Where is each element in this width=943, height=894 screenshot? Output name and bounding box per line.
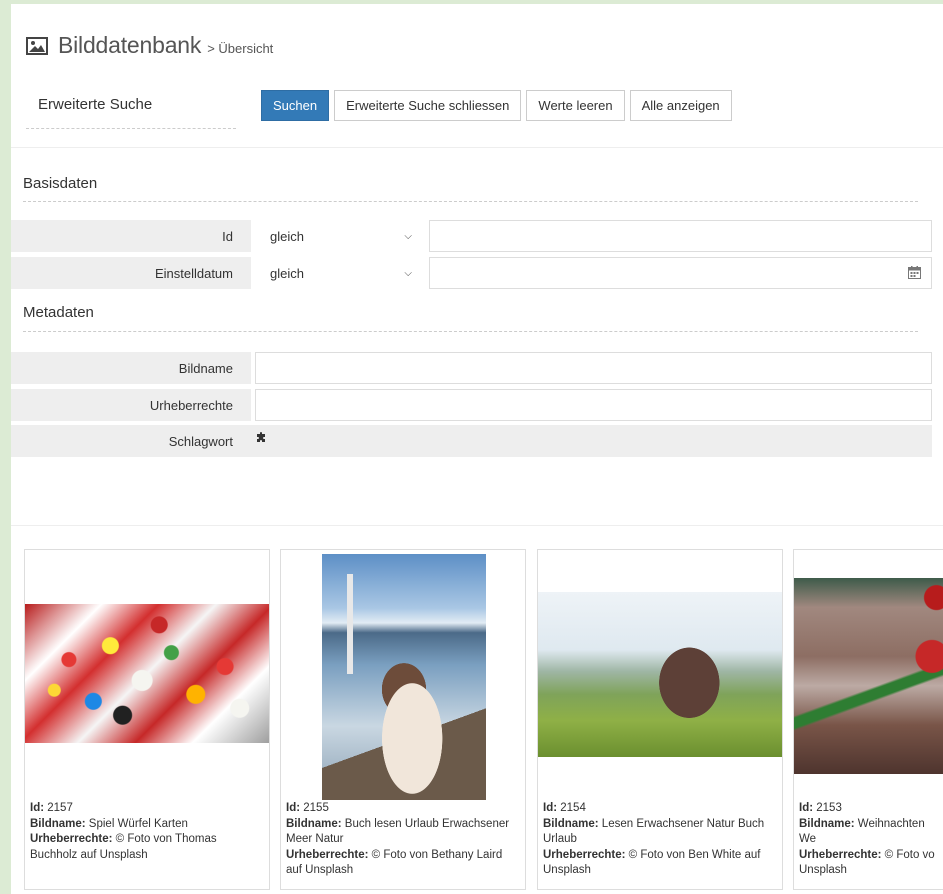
divider	[11, 525, 943, 526]
id-operator-value: gleich	[270, 228, 304, 244]
breadcrumb: > Übersicht	[207, 41, 274, 56]
urheberrechte-label: Urheberrechte:	[30, 833, 113, 845]
bildname-input[interactable]	[255, 352, 932, 384]
pole-shape	[347, 574, 353, 674]
urheberrechte-label: Urheberrechte:	[286, 848, 369, 861]
urheberrechte-input[interactable]	[255, 389, 932, 421]
result-card[interactable]: Id: 2155 Bildname: Buch lesen Urlaub Erw…	[280, 549, 526, 890]
image-icon	[26, 36, 48, 55]
result-image[interactable]	[322, 554, 486, 800]
chevron-down-icon: ⌵	[404, 230, 412, 242]
page-header: Bilddatenbank > Übersicht	[26, 32, 273, 59]
einstelldatum-operator-value: gleich	[270, 265, 304, 281]
search-toolbar: Suchen Erweiterte Suche schliessen Werte…	[261, 90, 737, 121]
bildname-label: Bildname:	[799, 817, 855, 830]
calendar-icon[interactable]	[908, 266, 921, 279]
filter-row-schlagwort: Schlagwort	[11, 425, 932, 457]
divider	[26, 128, 236, 129]
divider	[23, 331, 918, 332]
chevron-down-icon: ⌵	[404, 267, 412, 279]
section-title-metadaten: Metadaten	[23, 304, 94, 321]
close-extended-search-button[interactable]: Erweiterte Suche schliessen	[334, 90, 522, 121]
result-image[interactable]	[794, 578, 943, 774]
main-panel: Bilddatenbank > Übersicht Erweiterte Suc…	[11, 4, 943, 894]
show-all-button[interactable]: Alle anzeigen	[629, 90, 732, 121]
id-label: Id:	[799, 802, 814, 814]
result-card[interactable]: Id: 2153 Bildname: Weihnachten We Urhebe…	[793, 549, 943, 890]
filter-row-bildname: Bildname	[11, 352, 932, 384]
id-input[interactable]	[429, 220, 932, 252]
result-image[interactable]	[538, 592, 782, 757]
id-label: Id:	[543, 802, 558, 814]
filter-row-einstelldatum: Einstelldatum gleich ⌵	[11, 257, 932, 289]
result-meta: Id: 2157 Bildname: Spiel Würfel Karten U…	[30, 801, 265, 863]
result-card[interactable]: Id: 2154 Bildname: Lesen Erwachsener Nat…	[537, 549, 783, 890]
field-label-einstelldatum: Einstelldatum	[11, 257, 251, 289]
section-title-basisdaten: Basisdaten	[23, 175, 98, 192]
field-label-id: Id	[11, 220, 251, 252]
result-id: 2155	[303, 802, 329, 814]
field-label-urheberrechte: Urheberrechte	[11, 389, 251, 421]
urheberrechte-label: Urheberrechte:	[799, 848, 882, 861]
bildname-label: Bildname:	[30, 817, 86, 830]
filter-row-urheberrechte: Urheberrechte	[11, 389, 932, 421]
id-label: Id:	[286, 802, 301, 814]
page-title: Bilddatenbank	[58, 32, 202, 58]
einstelldatum-operator-select[interactable]: gleich ⌵	[256, 257, 426, 289]
result-meta: Id: 2154 Bildname: Lesen Erwachsener Nat…	[543, 801, 778, 879]
bildname-label: Bildname:	[543, 817, 599, 830]
id-label: Id:	[30, 802, 45, 814]
result-image[interactable]	[25, 604, 269, 743]
einstelldatum-input[interactable]	[429, 257, 932, 289]
divider	[11, 147, 943, 148]
result-id: 2153	[816, 802, 842, 814]
clear-values-button[interactable]: Werte leeren	[526, 90, 625, 121]
field-label-bildname: Bildname	[11, 352, 251, 384]
divider	[23, 201, 918, 202]
id-operator-select[interactable]: gleich ⌵	[256, 220, 426, 252]
filter-row-id: Id gleich ⌵	[11, 220, 932, 252]
urheberrechte-label: Urheberrechte:	[543, 848, 626, 861]
puzzle-icon[interactable]	[255, 431, 267, 443]
bildname-label: Bildname:	[286, 817, 342, 830]
result-card[interactable]: Id: 2157 Bildname: Spiel Würfel Karten U…	[24, 549, 270, 890]
result-meta: Id: 2153 Bildname: Weihnachten We Urhebe…	[799, 801, 939, 879]
result-meta: Id: 2155 Bildname: Buch lesen Urlaub Erw…	[286, 801, 521, 879]
schlagwort-area	[251, 425, 932, 457]
field-label-schlagwort: Schlagwort	[11, 425, 251, 457]
search-button[interactable]: Suchen	[261, 90, 330, 121]
result-name: Spiel Würfel Karten	[88, 817, 188, 830]
result-id: 2154	[560, 802, 586, 814]
result-id: 2157	[47, 802, 73, 814]
extended-search-label: Erweiterte Suche	[38, 96, 153, 113]
